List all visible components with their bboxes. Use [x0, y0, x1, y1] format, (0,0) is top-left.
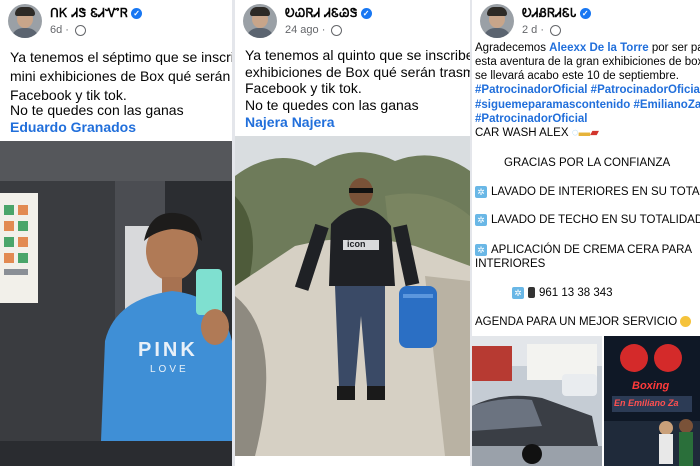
- sponge-icon: ▬: [578, 127, 591, 139]
- car-photo[interactable]: [472, 336, 602, 466]
- boxing-poster[interactable]: Boxing En Emiliano Za: [604, 336, 700, 466]
- post-text-line: mini exhibiciones de Box qué serán t: [10, 68, 232, 84]
- selfie-photo-image: [0, 141, 232, 466]
- outdoor-photo-image: [235, 136, 470, 456]
- snowflake-icon: ✲: [475, 185, 487, 198]
- author-name-text[interactable]: ᎧᏗᏰᏒᏗᏋᏓ: [522, 6, 577, 20]
- post-panel-3: ᎧᏗᏰᏒᏗᏋᏓ ✓ 2 d · Agradecemos Aleexx De la …: [472, 0, 700, 466]
- tagged-user-link[interactable]: Eduardo Granados: [10, 118, 136, 137]
- post-text-line: Agradecemos Aleexx De la Torre por ser p…: [475, 41, 700, 56]
- shirt-subtext: LOVE: [150, 364, 189, 375]
- service-line: INTERIORES: [475, 258, 546, 270]
- smiling-sunglasses-icon: [680, 316, 692, 328]
- post-time[interactable]: 2 d: [522, 24, 537, 36]
- post-text-line: esta aventura de la gran exhibiciones de…: [475, 56, 700, 68]
- text-fragment: Agradecemos: [475, 42, 546, 54]
- poster-subtitle: En Emiliano Za: [614, 398, 679, 408]
- hashtag-line[interactable]: #PatrocinadorOficial #PatrocinadorOficia…: [475, 83, 700, 98]
- service-line: ✲ APLICACIÓN DE CREMA CERA PARA: [475, 243, 692, 258]
- text-fragment: LAVADO DE TECHO EN SU TOTALIDAD: [491, 214, 700, 226]
- snowflake-icon: ✲: [475, 243, 487, 256]
- car-icon: ▰: [590, 127, 599, 139]
- post-meta: 24 ago ·: [285, 24, 343, 36]
- author-name-text[interactable]: ᎧᏇᏒᏗ ᏗᏋᏊᏕ: [285, 6, 358, 20]
- avatar[interactable]: [8, 4, 42, 38]
- post-panel-1: ᑎᏦ ᏗᏕ ᏋᏗᏉᏒ ✓ 6d · Ya tenemos el séptimo q…: [0, 0, 232, 466]
- post-text-line: se llevará acabo este 10 de septiembre.: [475, 70, 679, 82]
- text-fragment: AGENDA PARA UN MEJOR SERVICIO: [475, 316, 678, 328]
- bubbles-icon: ◌: [571, 127, 579, 139]
- mentioned-user-link[interactable]: Aleexx De la Torre: [549, 42, 649, 54]
- shirt-text: PINK: [138, 339, 198, 361]
- phone-number[interactable]: 961 13 38 343: [539, 287, 613, 299]
- author-name[interactable]: ᎧᏇᏒᏗ ᏗᏋᏊᏕ ✓: [285, 6, 372, 21]
- text-fragment: CAR WASH ALEX: [475, 127, 569, 139]
- car-wash-photo-image: [472, 336, 602, 466]
- shirt-brand-text: icon: [347, 239, 366, 249]
- hashtag-line[interactable]: #siguemeparamascontenido #EmilianoZapa: [475, 98, 700, 113]
- snowflake-icon: ✲: [512, 286, 524, 299]
- globe-icon: [331, 24, 343, 36]
- verified-badge-icon: ✓: [360, 8, 372, 20]
- phone-icon: [528, 287, 535, 299]
- post-time[interactable]: 6d: [50, 24, 62, 36]
- post-text-line: Ya tenemos el séptimo que se inscri: [10, 49, 232, 65]
- poster-title: Boxing: [632, 380, 670, 392]
- post-photo[interactable]: icon: [235, 136, 470, 456]
- post-meta: 6d ·: [50, 24, 87, 36]
- author-name[interactable]: ᎧᏗᏰᏒᏗᏋᏓ ✓: [522, 6, 591, 21]
- author-name[interactable]: ᑎᏦ ᏗᏕ ᏋᏗᏉᏒ ✓: [50, 6, 143, 21]
- service-line: ✲ LAVADO DE TECHO EN SU TOTALIDAD: [475, 213, 700, 228]
- avatar[interactable]: [480, 4, 514, 38]
- post-text-line: CAR WASH ALEX ◌▬▰: [475, 126, 599, 141]
- post-meta: 2 d ·: [522, 24, 562, 36]
- globe-icon: [75, 24, 87, 36]
- agenda-line: AGENDA PARA UN MEJOR SERVICIO: [475, 315, 692, 330]
- globe-icon: [550, 24, 562, 36]
- author-name-text[interactable]: ᑎᏦ ᏗᏕ ᏋᏗᏉᏒ: [50, 6, 128, 20]
- phone-line: ✲ 961 13 38 343: [512, 286, 613, 301]
- tagged-user-link[interactable]: Najera Najera: [245, 113, 335, 132]
- snowflake-icon: ✲: [475, 213, 487, 226]
- thanks-text: GRACIAS POR LA CONFIANZA: [504, 157, 671, 169]
- service-line: ✲ LAVADO DE INTERIORES EN SU TOTALIDA: [475, 185, 700, 200]
- verified-badge-icon: ✓: [579, 8, 591, 20]
- post-photo[interactable]: PINK LOVE: [0, 141, 232, 466]
- post-time[interactable]: 24 ago: [285, 24, 319, 36]
- post-panel-2: ᎧᏇᏒᏗ ᏗᏋᏊᏕ ✓ 24 ago · Ya tenemos al quinto…: [235, 0, 470, 466]
- avatar[interactable]: [243, 4, 277, 38]
- text-fragment: LAVADO DE INTERIORES EN SU TOTALIDA: [491, 186, 700, 198]
- verified-badge-icon: ✓: [131, 8, 143, 20]
- text-fragment: por ser part: [651, 42, 700, 54]
- text-fragment: APLICACIÓN DE CREMA CERA PARA: [491, 244, 693, 256]
- hashtag-line[interactable]: #PatrocinadorOficial: [475, 112, 587, 127]
